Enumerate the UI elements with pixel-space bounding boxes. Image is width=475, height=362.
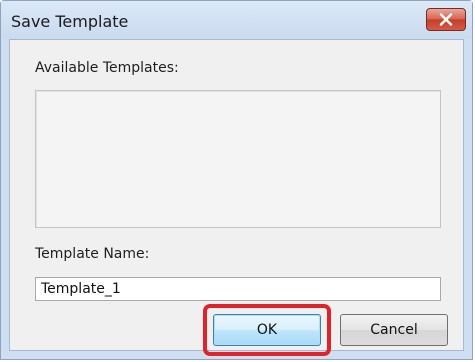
dialog-body: Available Templates: Template Name: OK C… [9, 39, 464, 356]
available-templates-list[interactable] [35, 90, 441, 228]
dialog-title: Save Template [11, 12, 129, 31]
available-templates-label: Available Templates: [35, 60, 179, 76]
close-icon [439, 13, 453, 26]
title-bar[interactable]: Save Template [1, 1, 472, 39]
close-button[interactable] [426, 8, 466, 31]
template-name-input[interactable] [35, 277, 441, 301]
save-template-dialog: Save Template Available Templates: Templ… [0, 0, 473, 360]
ok-button[interactable]: OK [213, 314, 321, 346]
cancel-button[interactable]: Cancel [340, 314, 448, 346]
template-name-label: Template Name: [35, 246, 150, 262]
